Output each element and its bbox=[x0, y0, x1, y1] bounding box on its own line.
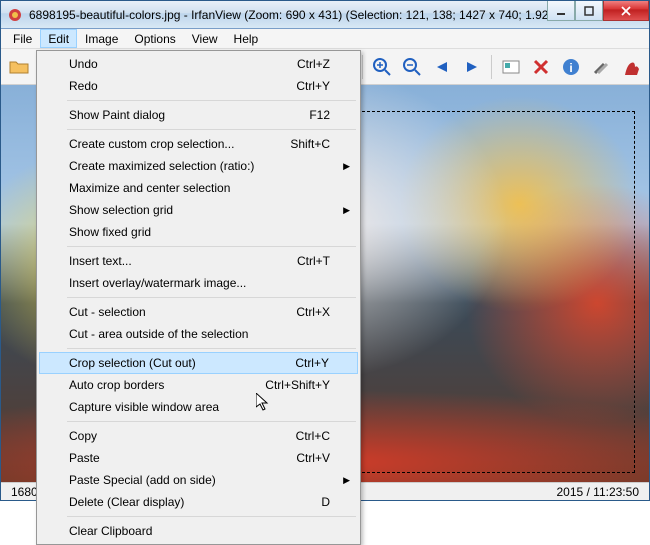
menu-item-shortcut: Ctrl+Z bbox=[297, 57, 330, 71]
menu-item[interactable]: Show fixed grid bbox=[39, 221, 358, 243]
zoom-in-button[interactable] bbox=[368, 53, 396, 81]
menu-item[interactable]: Cut - selection Ctrl+X bbox=[39, 301, 358, 323]
menu-options[interactable]: Options bbox=[126, 29, 183, 48]
menu-image[interactable]: Image bbox=[77, 29, 126, 48]
menu-item[interactable]: Maximize and center selection bbox=[39, 177, 358, 199]
menu-item[interactable]: Insert overlay/watermark image... bbox=[39, 272, 358, 294]
open-button[interactable] bbox=[5, 53, 33, 81]
delete-button[interactable] bbox=[527, 53, 555, 81]
edit-menu-dropdown: Undo Ctrl+Z Redo Ctrl+Y Show Paint dialog F12… bbox=[36, 50, 361, 545]
submenu-arrow-icon: ▶ bbox=[343, 205, 350, 216]
prev-button[interactable] bbox=[428, 53, 456, 81]
menu-item-shortcut: Ctrl+Y bbox=[295, 356, 329, 370]
menu-edit[interactable]: Edit bbox=[40, 29, 77, 48]
menu-separator bbox=[67, 100, 356, 101]
app-window: 6898195-beautiful-colors.jpg - IrfanView… bbox=[0, 0, 650, 501]
menu-item[interactable]: Clear Clipboard bbox=[39, 520, 358, 542]
menu-item-label: Create maximized selection (ratio:) bbox=[69, 159, 254, 173]
menu-separator bbox=[67, 297, 356, 298]
menu-item-shortcut: D bbox=[321, 495, 330, 509]
settings-button[interactable] bbox=[587, 53, 615, 81]
menu-item-label: Redo bbox=[69, 79, 98, 93]
menu-separator bbox=[67, 129, 356, 130]
menu-item-label: Undo bbox=[69, 57, 98, 71]
menu-item[interactable]: Undo Ctrl+Z bbox=[39, 53, 358, 75]
menu-item[interactable]: Paste Special (add on side) ▶ bbox=[39, 469, 358, 491]
menu-item-shortcut: Ctrl+C bbox=[296, 429, 330, 443]
menu-item-shortcut: Ctrl+T bbox=[297, 254, 330, 268]
menu-item-label: Show fixed grid bbox=[69, 225, 151, 239]
menu-item-label: Delete (Clear display) bbox=[69, 495, 184, 509]
menu-item[interactable]: Insert text... Ctrl+T bbox=[39, 250, 358, 272]
menu-item-label: Cut - selection bbox=[69, 305, 146, 319]
menu-item-label: Insert text... bbox=[69, 254, 132, 268]
submenu-arrow-icon: ▶ bbox=[343, 161, 350, 172]
menu-item-label: Maximize and center selection bbox=[69, 181, 230, 195]
menu-item-label: Copy bbox=[69, 429, 97, 443]
menu-item-shortcut: F12 bbox=[309, 108, 330, 122]
menu-item-label: Show selection grid bbox=[69, 203, 173, 217]
menu-item-shortcut: Ctrl+Y bbox=[296, 79, 330, 93]
window-title: 6898195-beautiful-colors.jpg - IrfanView… bbox=[29, 8, 547, 22]
menu-item[interactable]: Auto crop borders Ctrl+Shift+Y bbox=[39, 374, 358, 396]
app-icon bbox=[7, 7, 23, 23]
menu-item-label: Insert overlay/watermark image... bbox=[69, 276, 246, 290]
menu-item[interactable]: Redo Ctrl+Y bbox=[39, 75, 358, 97]
svg-text:i: i bbox=[569, 61, 572, 75]
menubar[interactable]: FileEditImageOptionsViewHelp bbox=[1, 29, 649, 49]
menu-item-label: Create custom crop selection... bbox=[69, 137, 234, 151]
menu-item[interactable]: Crop selection (Cut out) Ctrl+Y bbox=[39, 352, 358, 374]
menu-item-label: Crop selection (Cut out) bbox=[69, 356, 196, 370]
slideshow-button[interactable] bbox=[497, 53, 525, 81]
menu-item-shortcut: Shift+C bbox=[290, 137, 330, 151]
menu-view[interactable]: View bbox=[184, 29, 226, 48]
minimize-button[interactable] bbox=[547, 1, 575, 21]
info-button[interactable]: i bbox=[557, 53, 585, 81]
toolbar-separator bbox=[491, 55, 492, 79]
menu-help[interactable]: Help bbox=[226, 29, 267, 48]
menu-separator bbox=[67, 516, 356, 517]
menu-separator bbox=[67, 421, 356, 422]
menu-item[interactable]: Create maximized selection (ratio:) ▶ bbox=[39, 155, 358, 177]
menu-item-label: Auto crop borders bbox=[69, 378, 164, 392]
menu-item-label: Show Paint dialog bbox=[69, 108, 165, 122]
next-button[interactable] bbox=[458, 53, 486, 81]
menu-item-label: Paste Special (add on side) bbox=[69, 473, 216, 487]
close-button[interactable] bbox=[603, 1, 649, 21]
submenu-arrow-icon: ▶ bbox=[343, 475, 350, 486]
zoom-out-button[interactable] bbox=[398, 53, 426, 81]
menu-item[interactable]: Delete (Clear display) D bbox=[39, 491, 358, 513]
menu-item[interactable]: Copy Ctrl+C bbox=[39, 425, 358, 447]
menu-item[interactable]: Capture visible window area bbox=[39, 396, 358, 418]
menu-item-shortcut: Ctrl+V bbox=[296, 451, 330, 465]
menu-item[interactable]: Paste Ctrl+V bbox=[39, 447, 358, 469]
menu-item[interactable]: Show selection grid ▶ bbox=[39, 199, 358, 221]
menu-item-shortcut: Ctrl+X bbox=[296, 305, 330, 319]
menu-item-label: Clear Clipboard bbox=[69, 524, 152, 538]
menu-item[interactable]: Cut - area outside of the selection bbox=[39, 323, 358, 345]
menu-item-shortcut: Ctrl+Shift+Y bbox=[265, 378, 330, 392]
maximize-button[interactable] bbox=[575, 1, 603, 21]
toolbar-separator bbox=[362, 55, 363, 79]
titlebar[interactable]: 6898195-beautiful-colors.jpg - IrfanView… bbox=[1, 1, 649, 29]
irfan-icon[interactable] bbox=[617, 53, 645, 81]
window-buttons bbox=[547, 1, 649, 21]
menu-separator bbox=[67, 348, 356, 349]
menu-item[interactable]: Create custom crop selection... Shift+C bbox=[39, 133, 358, 155]
status-cell-datetime: 2015 / 11:23:50 bbox=[550, 485, 645, 499]
menu-item-label: Capture visible window area bbox=[69, 400, 219, 414]
menu-item[interactable]: Show Paint dialog F12 bbox=[39, 104, 358, 126]
menu-separator bbox=[67, 246, 356, 247]
menu-item-label: Cut - area outside of the selection bbox=[69, 327, 248, 341]
menu-file[interactable]: File bbox=[5, 29, 40, 48]
menu-item-label: Paste bbox=[69, 451, 100, 465]
